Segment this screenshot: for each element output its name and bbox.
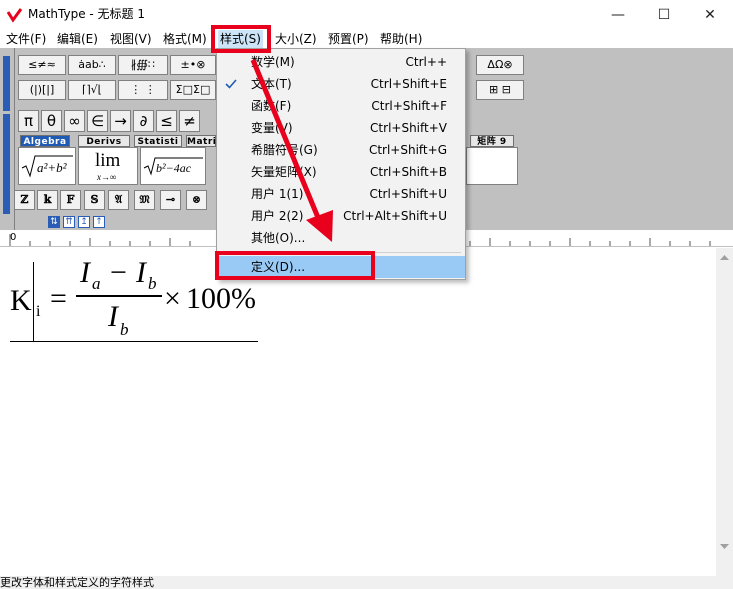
annotation-arrow-icon (250, 59, 333, 242)
